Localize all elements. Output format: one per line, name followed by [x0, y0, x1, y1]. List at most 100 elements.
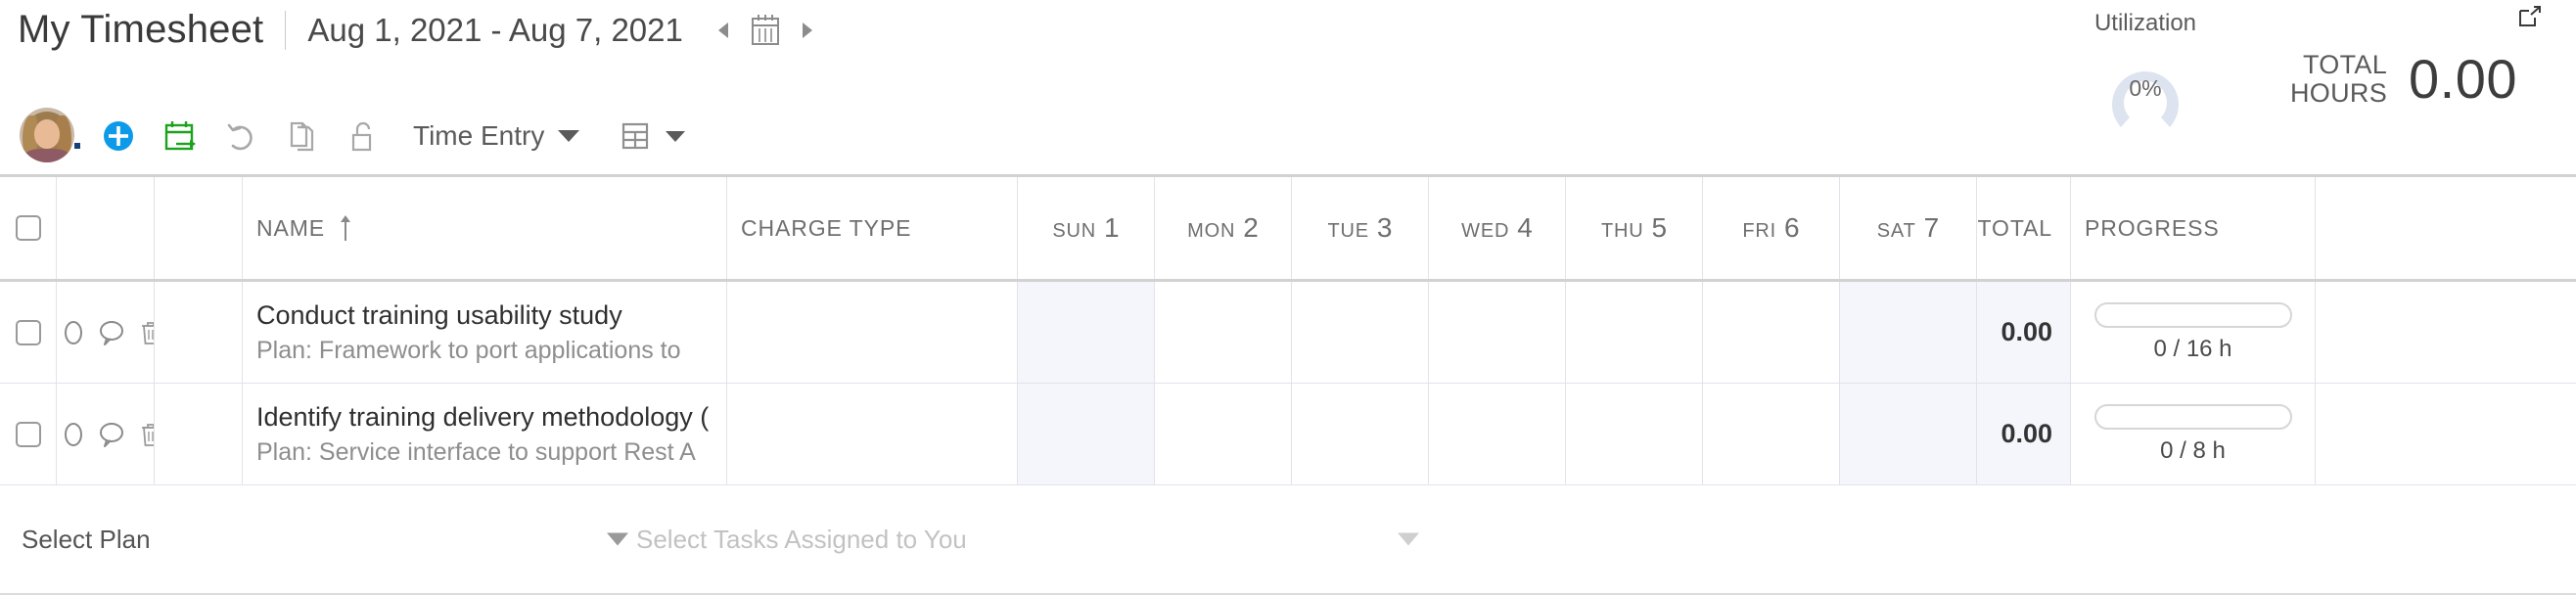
row-day-wed[interactable]: [1429, 384, 1566, 484]
timesheet-app: My Timesheet Aug 1, 2021 - Aug 7, 2021 U…: [0, 0, 2576, 595]
header-day-sun[interactable]: SUN 1: [1018, 177, 1155, 279]
row-day-wed[interactable]: [1429, 282, 1566, 383]
row-total-cell: 0.00: [1977, 384, 2071, 484]
calendar-icon: [751, 14, 779, 45]
row-day-tue[interactable]: [1292, 384, 1429, 484]
grid-footer: Select Plan Select Tasks Assigned to You: [0, 489, 2576, 595]
top-bar: My Timesheet Aug 1, 2021 - Aug 7, 2021 U…: [0, 0, 2576, 127]
row-progress-cell: 0 / 16 h: [2071, 282, 2316, 383]
sort-ascending-icon: [339, 215, 352, 241]
task-plan: Plan: Service interface to support Rest …: [256, 437, 696, 466]
progress-label: 0 / 16 h: [2153, 335, 2232, 362]
row-total-cell: 0.00: [1977, 282, 2071, 383]
row-day-thu[interactable]: [1566, 282, 1703, 383]
previous-week-button[interactable]: [709, 11, 738, 50]
row-total-value: 0.00: [2001, 317, 2052, 346]
undo-button[interactable]: [209, 106, 270, 166]
row-day-thu[interactable]: [1566, 384, 1703, 484]
row-name-cell[interactable]: Conduct training usability study Plan: F…: [243, 282, 727, 383]
header-progress-cell: PROGRESS: [2071, 177, 2316, 279]
row-spacer-cell: [155, 282, 243, 383]
lock-button[interactable]: [331, 106, 391, 166]
row-actions-cell: [57, 282, 155, 383]
avatar-image: [20, 108, 74, 162]
calendar-arrow-icon: [164, 121, 196, 151]
chevron-down-icon: [558, 130, 580, 142]
header-day-tue[interactable]: TUE 3: [1292, 177, 1429, 279]
header-icons-cell: [57, 177, 155, 279]
header-day-wed[interactable]: WED 4: [1429, 177, 1566, 279]
timer-icon[interactable]: [63, 421, 84, 448]
select-plan-label: Select Plan: [22, 524, 151, 554]
delete-icon[interactable]: [139, 421, 154, 448]
day-number: 5: [1651, 212, 1668, 243]
select-tasks-label: Select Tasks Assigned to You: [636, 524, 967, 554]
header-day-sat[interactable]: SAT 7: [1840, 177, 1977, 279]
row-day-sun[interactable]: [1018, 282, 1155, 383]
day-number: 7: [1923, 212, 1940, 243]
timer-icon[interactable]: [63, 319, 84, 346]
chevron-down-icon: [607, 532, 628, 546]
copy-from-calendar-button[interactable]: [149, 106, 209, 166]
copy-button[interactable]: [270, 106, 331, 166]
undo-icon: [227, 123, 253, 151]
task-name: Identify training delivery methodology (: [256, 401, 710, 432]
row-select-cell: [0, 282, 57, 383]
row-day-sat[interactable]: [1840, 384, 1977, 484]
day-number: 2: [1243, 212, 1259, 243]
comment-icon[interactable]: [98, 319, 125, 346]
row-select-cell: [0, 384, 57, 484]
row-day-sun[interactable]: [1018, 384, 1155, 484]
row-charge-type-cell[interactable]: [727, 282, 1018, 383]
row-day-sat[interactable]: [1840, 282, 1977, 383]
row-spacer-cell: [155, 384, 243, 484]
column-header-progress: PROGRESS: [2085, 214, 2220, 241]
row-checkbox[interactable]: [15, 319, 41, 345]
row-name-cell[interactable]: Identify training delivery methodology (…: [243, 384, 727, 484]
expand-window-button[interactable]: [2517, 6, 2543, 34]
header-day-mon[interactable]: MON 2: [1155, 177, 1292, 279]
delete-icon[interactable]: [139, 319, 154, 346]
row-day-mon[interactable]: [1155, 282, 1292, 383]
time-entry-view-dropdown[interactable]: Time Entry: [413, 120, 580, 152]
day-name: FRI: [1742, 220, 1777, 242]
add-entry-button[interactable]: [88, 106, 149, 166]
header-charge-type-cell[interactable]: CHARGE TYPE: [727, 177, 1018, 279]
header-total-cell: TOTAL: [1977, 177, 2071, 279]
header-day-thu[interactable]: THU 5: [1566, 177, 1703, 279]
time-entry-view-label: Time Entry: [413, 120, 545, 151]
comment-icon[interactable]: [98, 421, 125, 448]
day-number: 1: [1104, 212, 1120, 243]
date-nav-group: [709, 9, 822, 52]
chevron-down-icon: [666, 130, 686, 142]
title-and-daterange: My Timesheet Aug 1, 2021 - Aug 7, 2021: [18, 8, 822, 52]
row-checkbox[interactable]: [15, 421, 41, 447]
lock-open-icon: [351, 121, 372, 152]
title-divider: [285, 10, 287, 50]
table-row[interactable]: Conduct training usability study Plan: F…: [0, 282, 2576, 384]
select-tasks-dropdown[interactable]: Select Tasks Assigned to You: [636, 509, 1419, 570]
layout-options-dropdown[interactable]: [617, 117, 686, 155]
row-tail-cell: [2316, 384, 2576, 484]
row-day-tue[interactable]: [1292, 282, 1429, 383]
column-header-total: TOTAL: [1977, 214, 2052, 241]
header-day-fri[interactable]: FRI 6: [1703, 177, 1840, 279]
user-avatar[interactable]: [20, 108, 80, 164]
select-all-cell: [0, 177, 57, 279]
day-name: TUE: [1327, 220, 1369, 242]
select-plan-dropdown[interactable]: Select Plan: [22, 509, 628, 570]
avatar-status-dot: [74, 143, 80, 149]
select-all-checkbox[interactable]: [15, 215, 41, 241]
table-row[interactable]: Identify training delivery methodology (…: [0, 384, 2576, 485]
row-day-fri[interactable]: [1703, 384, 1840, 484]
next-week-button[interactable]: [793, 11, 822, 50]
row-day-mon[interactable]: [1155, 384, 1292, 484]
chevron-down-icon: [1398, 532, 1419, 546]
calendar-picker-button[interactable]: [744, 9, 787, 52]
row-total-value: 0.00: [2001, 419, 2052, 448]
header-name-cell[interactable]: NAME: [243, 177, 727, 279]
task-plan: Plan: Framework to port applications to: [256, 336, 681, 364]
row-day-fri[interactable]: [1703, 282, 1840, 383]
progress-bar: [2093, 301, 2292, 328]
row-charge-type-cell[interactable]: [727, 384, 1018, 484]
